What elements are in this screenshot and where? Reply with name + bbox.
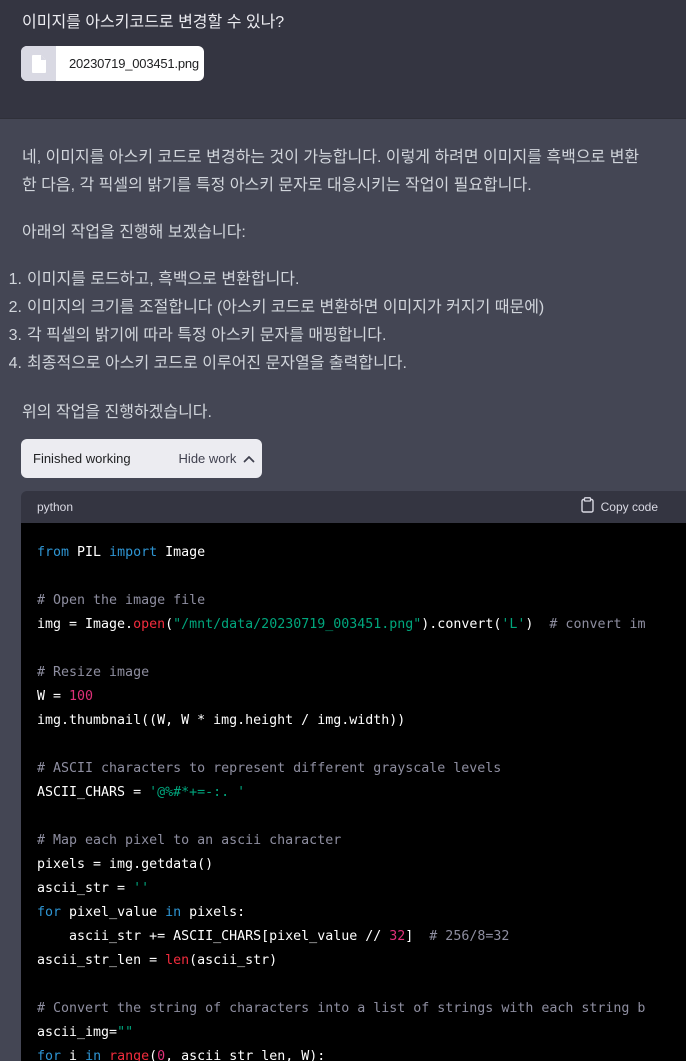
- code-header: python Copy code: [21, 491, 686, 523]
- copy-code-button[interactable]: Copy code: [580, 491, 658, 523]
- code-line: ascii_str = '': [37, 881, 150, 896]
- code-line: # Map each pixel to an ascii character: [37, 833, 342, 848]
- code-lines: from PIL import Image ​ # Open the image f…: [37, 541, 646, 1061]
- code-line: ASCII_CHARS = '@%#*+=-:. ': [37, 785, 246, 800]
- code-line: ​: [37, 565, 646, 589]
- code-line: # Open the image file: [37, 593, 206, 608]
- steps-list: 1. 이미지를 로드하고, 흑백으로 변환합니다. 2. 이미지의 크기를 조절…: [0, 266, 686, 378]
- step-number: 2.: [8, 299, 22, 316]
- code-line: ascii_str += ASCII_CHARS[pixel_value // …: [37, 929, 510, 944]
- step-text: 최종적으로 아스키 코드로 이루어진 문자열을 출력합니다.: [27, 355, 407, 372]
- step-number: 4.: [8, 355, 22, 372]
- attachment-filename: 20230719_003451.png: [69, 56, 199, 71]
- code-line: img = Image.open("/mnt/data/20230719_003…: [37, 617, 646, 632]
- step-text: 이미지의 크기를 조절합니다 (아스키 코드로 변환하면 이미지가 커지기 때문…: [27, 299, 545, 316]
- code-line: img.thumbnail((W, W * img.height / img.w…: [37, 713, 406, 728]
- intro-line-2: 한 다음, 각 픽셀의 밝기를 특정 아스키 문자로 대응시키는 작업이 필요합…: [22, 177, 532, 194]
- list-item: 3. 각 픽셀의 밝기에 따라 특정 아스키 문자를 매핑합니다.: [0, 322, 686, 350]
- clipboard-icon: [580, 496, 594, 518]
- code-line: ascii_img="": [37, 1025, 134, 1040]
- code-line: W = 100: [37, 689, 94, 704]
- attachment-chip[interactable]: 20230719_003451.png: [21, 46, 204, 81]
- step-number: 1.: [8, 271, 22, 288]
- step-text: 이미지를 로드하고, 흑백으로 변환합니다.: [27, 271, 300, 288]
- list-item: 2. 이미지의 크기를 조절합니다 (아스키 코드로 변환하면 이미지가 커지기…: [0, 294, 686, 322]
- copy-code-label: Copy code: [600, 500, 658, 514]
- code-line: pixels = img.getdata(): [37, 857, 214, 872]
- code-line: ​: [37, 637, 646, 661]
- step-text: 각 픽셀의 밝기에 따라 특정 아스키 문자를 매핑합니다.: [27, 327, 387, 344]
- code-line: from PIL import Image: [37, 545, 206, 560]
- code-line: for i in range(0, ascii_str_len, W):: [37, 1049, 326, 1061]
- code-line: ​: [37, 805, 646, 829]
- code-body: from PIL import Image ​ # Open the image f…: [21, 523, 686, 1061]
- user-message-text: 이미지를 아스키코드로 변경할 수 있나?: [22, 14, 285, 31]
- proceed-text: 위의 작업을 진행하겠습니다.: [22, 404, 212, 421]
- code-line: for pixel_value in pixels:: [37, 905, 246, 920]
- work-toggle-button[interactable]: Finished working Hide work: [21, 439, 262, 478]
- user-message: 이미지를 아스키코드로 변경할 수 있나? 20230719_003451.pn…: [0, 0, 686, 118]
- code-line: # Convert the string of characters into …: [37, 1001, 646, 1016]
- assistant-message: 네, 이미지를 아스키 코드로 변경하는 것이 가능합니다. 이렇게 하려면 이…: [0, 119, 686, 1061]
- code-language: python: [37, 500, 74, 514]
- code-line: # ASCII characters to represent differen…: [37, 761, 502, 776]
- code-block: python Copy code from PIL import Image ​ #…: [21, 491, 686, 1061]
- chevron-up-icon: [243, 455, 255, 463]
- code-line: # Resize image: [37, 665, 150, 680]
- file-icon: [21, 46, 56, 81]
- code-line: ascii_str_len = len(ascii_str): [37, 953, 278, 968]
- intro-line-1: 네, 이미지를 아스키 코드로 변경하는 것이 가능합니다. 이렇게 하려면 이…: [22, 149, 640, 166]
- work-status-label: Finished working: [33, 451, 131, 466]
- code-line: ​: [37, 973, 646, 997]
- plan-intro: 아래의 작업을 진행해 보겠습니다:: [22, 224, 246, 241]
- list-item: 4. 최종적으로 아스키 코드로 이루어진 문자열을 출력합니다.: [0, 350, 686, 378]
- step-number: 3.: [8, 327, 22, 344]
- hide-work-label: Hide work: [178, 451, 237, 466]
- list-item: 1. 이미지를 로드하고, 흑백으로 변환합니다.: [0, 266, 686, 294]
- code-line: ​: [37, 733, 646, 757]
